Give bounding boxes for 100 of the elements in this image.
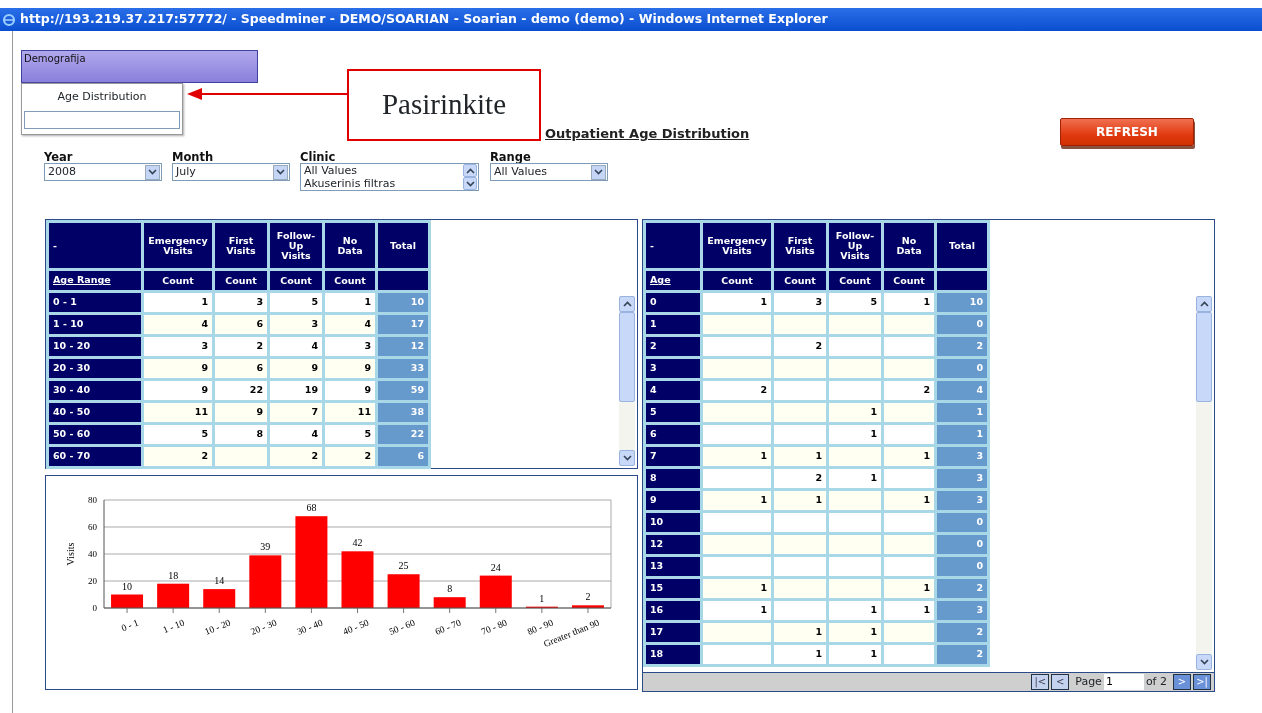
row-header: 2 — [646, 337, 700, 356]
total-cell: 1 — [937, 403, 987, 422]
row-header: 13 — [646, 557, 700, 576]
column-header: Count — [774, 271, 826, 290]
table-cell: 4 — [270, 337, 322, 356]
table-cell: 6 — [215, 359, 267, 378]
row-header: 0 — [646, 293, 700, 312]
column-header: Emergency Visits — [144, 223, 212, 268]
table-cell: 6 — [215, 315, 267, 334]
data-label: 10 — [122, 580, 133, 592]
table-cell: 1 — [884, 579, 934, 598]
table-cell: 3 — [215, 293, 267, 312]
row-header: 18 — [646, 645, 700, 664]
column-header: - — [49, 223, 141, 268]
column-header: No Data — [325, 223, 375, 268]
row-header: 7 — [646, 447, 700, 466]
page-label: Page — [1075, 673, 1102, 690]
table-cell: 1 — [144, 293, 212, 312]
report-title: Outpatient Age Distribution — [545, 125, 750, 144]
total-cell: 2 — [937, 579, 987, 598]
table-cell: 1 — [829, 403, 881, 422]
table-cell: 7 — [270, 403, 322, 422]
table-cell: 1 — [774, 645, 826, 664]
axis-label: 80 - 90 — [525, 617, 555, 637]
table-cell: 1 — [829, 601, 881, 620]
column-header: Count — [884, 271, 934, 290]
axis-tick-label: 60 — [88, 522, 97, 532]
data-label: 39 — [260, 541, 271, 553]
column-header: Emergency Visits — [703, 223, 771, 268]
table-cell: 2 — [215, 337, 267, 356]
data-label: 8 — [447, 583, 453, 595]
row-header: 40 - 50 — [49, 403, 141, 422]
row-header: 20 - 30 — [49, 359, 141, 378]
filter-label: Clinic — [300, 151, 337, 163]
table-cell: 9 — [144, 359, 212, 378]
axis-label: 40 - 50 — [341, 617, 371, 637]
table-cell: 1 — [829, 469, 881, 488]
total-cell: 33 — [378, 359, 428, 378]
column-header: Count — [144, 271, 212, 290]
table-cell: 1 — [884, 447, 934, 466]
row-header: 4 — [646, 381, 700, 400]
table-cell: 3 — [774, 293, 826, 312]
axis-label: 0 - 1 — [119, 617, 140, 634]
axis-title: Visits — [65, 542, 76, 566]
column-header: Count — [829, 271, 881, 290]
column-header: Follow-Up Visits — [829, 223, 881, 268]
axis-label: 20 - 30 — [249, 617, 279, 637]
column-header: Count — [270, 271, 322, 290]
axis-tick-label: 0 — [92, 603, 97, 613]
table-cell: 1 — [703, 447, 771, 466]
table-cell: 4 — [325, 315, 375, 334]
table-cell: 3 — [270, 315, 322, 334]
table-cell: 1 — [829, 425, 881, 444]
table-cell: 1 — [325, 293, 375, 312]
row-header: 9 — [646, 491, 700, 510]
total-cell: 0 — [937, 315, 987, 334]
table-cell: 1 — [774, 491, 826, 510]
table-cell: 1 — [703, 293, 771, 312]
table-cell: 1 — [884, 293, 934, 312]
table-cell: 1 — [829, 623, 881, 642]
row-header: 3 — [646, 359, 700, 378]
table-cell: 5 — [270, 293, 322, 312]
row-header: 10 - 20 — [49, 337, 141, 356]
table-cell: 19 — [270, 381, 322, 400]
table-cell: 2 — [703, 381, 771, 400]
row-header: 50 - 60 — [49, 425, 141, 444]
table-cell: 2 — [270, 447, 322, 466]
total-cell: 2 — [937, 623, 987, 642]
table-cell: 11 — [144, 403, 212, 422]
axis-label: 70 - 80 — [479, 617, 509, 637]
table-cell: 2 — [884, 381, 934, 400]
table-cell: 5 — [325, 425, 375, 444]
data-label: 1 — [539, 592, 545, 604]
table-cell: 1 — [703, 491, 771, 510]
column-header: Total — [937, 223, 987, 268]
table-cell: 22 — [215, 381, 267, 400]
total-cell: 10 — [937, 293, 987, 312]
table-cell: 9 — [215, 403, 267, 422]
axis-tick-label: 20 — [88, 576, 97, 586]
table-cell: 5 — [144, 425, 212, 444]
filter-label: Year — [44, 151, 74, 163]
data-label: 25 — [398, 560, 409, 572]
axis-tick-label: 40 — [88, 549, 97, 559]
table-cell: 8 — [215, 425, 267, 444]
table-cell: 1 — [703, 601, 771, 620]
row-header: 1 - 10 — [49, 315, 141, 334]
total-cell: 17 — [378, 315, 428, 334]
callout-label: Pasirinkite — [347, 69, 541, 141]
total-cell: 59 — [378, 381, 428, 400]
table-cell: 4 — [144, 315, 212, 334]
table-cell: 1 — [774, 623, 826, 642]
table-cell: 5 — [829, 293, 881, 312]
data-label: 18 — [168, 569, 179, 581]
data-label: 42 — [352, 537, 363, 549]
page-count: of 2 — [1145, 673, 1167, 690]
table-cell: 1 — [884, 491, 934, 510]
total-cell: 4 — [937, 381, 987, 400]
row-header: 1 — [646, 315, 700, 334]
table-cell: 3 — [325, 337, 375, 356]
column-header: Count — [215, 271, 267, 290]
